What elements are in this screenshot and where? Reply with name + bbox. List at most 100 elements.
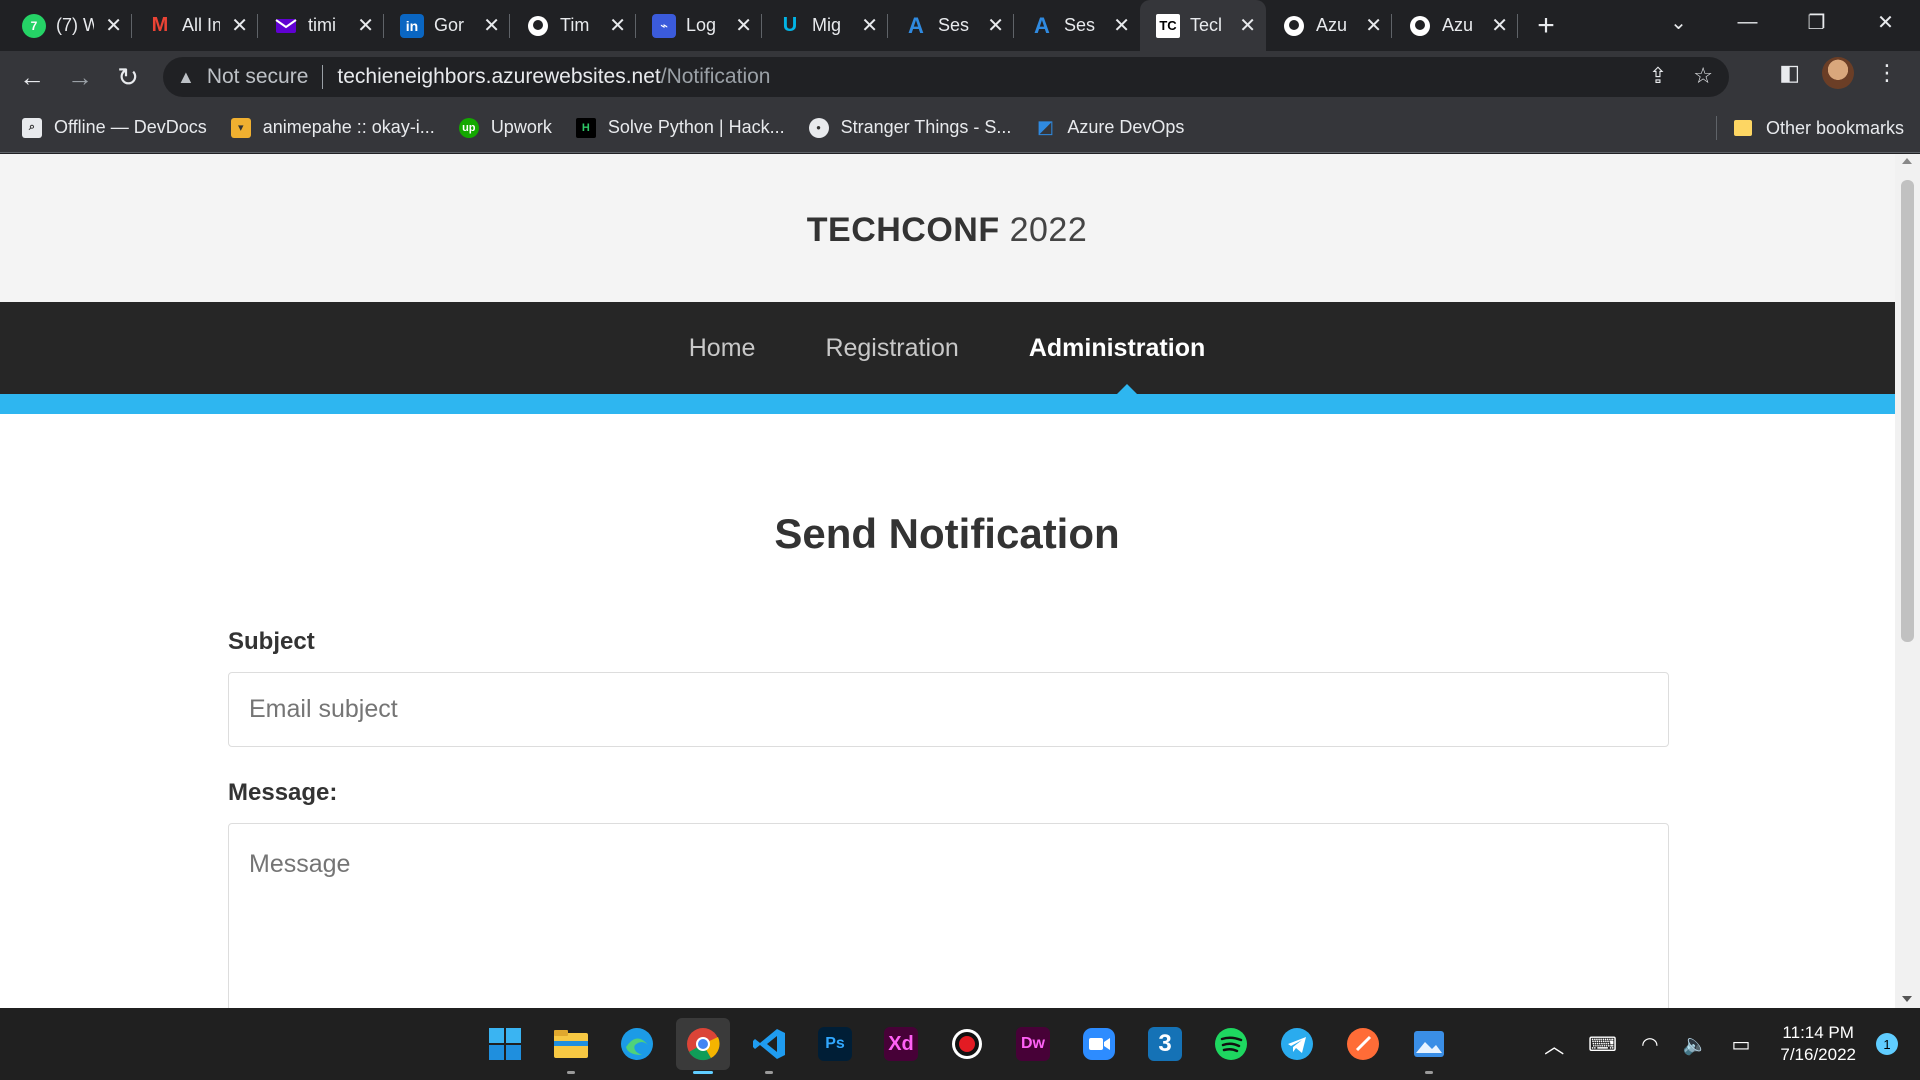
taskbar-obs[interactable] (940, 1018, 994, 1070)
nav-administration[interactable]: Administration (1029, 334, 1205, 363)
tab-azure-session[interactable]: A Ses ✕ (1014, 0, 1140, 51)
taskbar-edge[interactable] (610, 1018, 664, 1070)
accent-bar (0, 394, 1920, 414)
bookmark-hackerrank[interactable]: H Solve Python | Hack... (575, 117, 785, 138)
share-icon[interactable]: ⇪ (1649, 63, 1667, 89)
restore-button[interactable]: ❐ (1782, 10, 1851, 35)
close-tab-icon[interactable]: ✕ (609, 13, 626, 38)
notification-badge[interactable]: 1 (1876, 1033, 1898, 1055)
tab-gmail[interactable]: M All Inbox ✕ (132, 0, 258, 51)
azure-login-icon: ⌁ (652, 13, 676, 38)
start-button[interactable] (478, 1018, 532, 1070)
taskbar-zoom[interactable] (1072, 1018, 1126, 1070)
divider (322, 65, 324, 89)
bookmark-star-icon[interactable]: ☆ (1693, 63, 1713, 89)
taskbar-chrome[interactable] (676, 1018, 730, 1074)
forward-button[interactable]: → (56, 62, 104, 93)
nav-home[interactable]: Home (689, 334, 756, 363)
tab-github-azure[interactable]: Azu ✕ (1266, 0, 1392, 51)
close-tab-icon[interactable]: ✕ (1239, 13, 1256, 38)
tab-techconf[interactable]: TC Tecl ✕ (1140, 0, 1266, 51)
subject-input[interactable] (228, 672, 1669, 747)
close-tab-icon[interactable]: ✕ (735, 13, 752, 38)
taskbar-postman[interactable] (1336, 1018, 1390, 1070)
tab-udacity[interactable]: U Mig ✕ (762, 0, 888, 51)
bookmark-devdocs[interactable]: ⌕ Offline — DevDocs (22, 117, 207, 138)
devdocs-icon: ⌕ (22, 117, 42, 138)
tab-search-icon[interactable]: ⌄ (1644, 10, 1713, 35)
close-tab-icon[interactable]: ✕ (861, 13, 878, 38)
postman-icon (1347, 1028, 1379, 1060)
taskbar-vscode[interactable] (742, 1018, 796, 1074)
menu-icon[interactable]: ⋮ (1876, 60, 1898, 86)
folder-icon (1733, 120, 1752, 136)
tab-title: Ses (1064, 15, 1096, 35)
taskbar-photoshop[interactable]: Ps (808, 1018, 862, 1070)
bookmark-label: Offline — DevDocs (54, 117, 207, 137)
tab-whatsapp[interactable]: 7 (7) WhatsApp ✕ (6, 0, 132, 51)
taskbar-photos[interactable] (1402, 1018, 1456, 1074)
taskbar-adobe-xd[interactable]: Xd (874, 1018, 928, 1070)
nav-registration[interactable]: Registration (825, 334, 958, 363)
message-textarea[interactable] (228, 823, 1669, 1008)
bookmark-animepahe[interactable]: ▾ animepahe :: okay-i... (230, 117, 435, 138)
volume-icon[interactable]: 🔈 (1683, 1032, 1708, 1057)
keyboard-icon[interactable]: ⌨ (1588, 1032, 1617, 1057)
taskbar-dreamweaver[interactable]: Dw (1006, 1018, 1060, 1070)
clock[interactable]: 11:14 PM 7/16/2022 (1780, 1022, 1856, 1066)
bookmark-label: Stranger Things - S... (840, 117, 1012, 137)
close-tab-icon[interactable]: ✕ (1491, 13, 1508, 38)
reload-button[interactable]: ↻ (104, 62, 152, 93)
close-tab-icon[interactable]: ✕ (1113, 13, 1130, 38)
photos-icon (1414, 1031, 1444, 1057)
telegram-icon (1281, 1028, 1313, 1060)
bookmark-azure-devops[interactable]: ◩ Azure DevOps (1035, 117, 1185, 138)
battery-icon[interactable]: ▭ (1731, 1032, 1750, 1057)
close-tab-icon[interactable]: ✕ (483, 13, 500, 38)
gmail-icon: M (151, 14, 169, 36)
security-label[interactable]: Not secure (207, 65, 309, 89)
minimize-button[interactable]: — (1713, 11, 1782, 34)
main-nav: Home Registration Administration (0, 302, 1920, 394)
scroll-up-icon[interactable] (1902, 158, 1912, 164)
taskbar-css3[interactable]: 3 (1138, 1018, 1192, 1070)
show-hidden-icons-icon[interactable]: ︿ (1544, 1030, 1564, 1059)
avatar[interactable] (1822, 57, 1854, 89)
taskbar-telegram[interactable] (1270, 1018, 1324, 1070)
close-window-button[interactable]: ✕ (1851, 10, 1920, 35)
edge-icon (621, 1028, 653, 1060)
bookmark-stranger-things[interactable]: ● Stranger Things - S... (808, 117, 1012, 138)
taskbar-file-explorer[interactable] (544, 1018, 598, 1074)
obs-icon (952, 1029, 982, 1059)
other-bookmarks[interactable]: Other bookmarks (1715, 103, 1904, 153)
address-bar[interactable]: ▲ Not secure techieneighbors.azurewebsit… (163, 57, 1729, 97)
tab-title: Azu (1316, 15, 1348, 35)
tab-github-azure[interactable]: Azu ✕ (1392, 0, 1518, 51)
close-tab-icon[interactable]: ✕ (987, 13, 1004, 38)
bookmark-upwork[interactable]: up Upwork (458, 117, 552, 138)
warning-icon[interactable]: ▲ (177, 67, 195, 88)
tab-github[interactable]: Tim ✕ (510, 0, 636, 51)
close-tab-icon[interactable]: ✕ (357, 13, 374, 38)
tab-linkedin[interactable]: in Gor ✕ (384, 0, 510, 51)
logo-year: 2022 (1009, 210, 1088, 249)
back-button[interactable]: ← (8, 62, 56, 93)
taskbar-spotify[interactable] (1204, 1018, 1258, 1070)
site-logo[interactable]: TECHCONF 2022 (807, 211, 1087, 250)
tab-title: (7) WhatsApp (56, 15, 94, 35)
tab-yahoo-mail[interactable]: timi ✕ (258, 0, 384, 51)
close-tab-icon[interactable]: ✕ (231, 13, 248, 38)
close-tab-icon[interactable]: ✕ (105, 13, 122, 38)
page-title: Send Notification (774, 510, 1120, 557)
close-tab-icon[interactable]: ✕ (1365, 13, 1382, 38)
tab-azure-login[interactable]: ⌁ Log ✕ (636, 0, 762, 51)
zoom-icon (1083, 1028, 1115, 1060)
tab-azure-session[interactable]: A Ses ✕ (888, 0, 1014, 51)
wifi-icon[interactable]: ◠ (1641, 1032, 1658, 1057)
side-panel-icon[interactable]: ◧ (1779, 60, 1800, 86)
page-scrollbar[interactable] (1895, 154, 1920, 1008)
tab-title: Tim (560, 15, 590, 35)
new-tab-button[interactable]: + (1526, 6, 1566, 46)
scroll-down-icon[interactable] (1902, 996, 1912, 1002)
scrollbar-thumb[interactable] (1901, 180, 1914, 642)
